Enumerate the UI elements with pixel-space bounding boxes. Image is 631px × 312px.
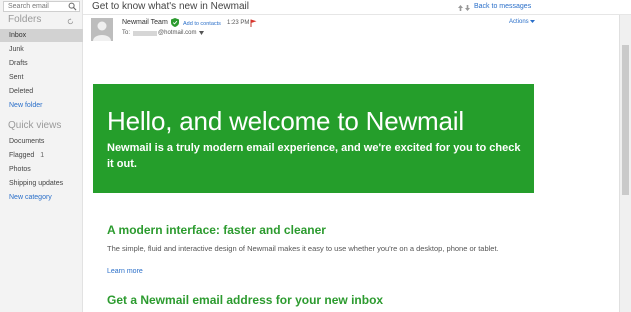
flagged-count: 1 xyxy=(40,152,45,159)
search-input[interactable]: Search email xyxy=(4,2,68,11)
quick-view-label: Photos xyxy=(9,166,31,173)
sidebar-item-sent[interactable]: Sent xyxy=(0,71,83,84)
divider xyxy=(83,14,631,15)
section-heading: A modern interface: faster and cleaner xyxy=(107,223,326,237)
arrow-down-icon[interactable] xyxy=(465,5,470,11)
sidebar-item-label: Drafts xyxy=(9,60,28,67)
search-icon[interactable] xyxy=(68,2,77,11)
new-category-label: New category xyxy=(9,194,52,201)
sidebar-item-label: Sent xyxy=(9,74,24,81)
folders-heading: Folders xyxy=(8,14,42,25)
add-to-contacts-link[interactable]: Add to contacts xyxy=(183,21,221,27)
sidebar-item-inbox[interactable]: Inbox xyxy=(0,29,83,42)
new-folder-link[interactable]: New folder xyxy=(0,99,83,112)
message-subject: Get to know what's new in Newmail xyxy=(92,1,249,12)
to-label: To: xyxy=(122,30,131,36)
quick-views-heading: Quick views xyxy=(8,120,62,131)
banner-title: Hello, and welcome to Newmail xyxy=(107,106,464,136)
sidebar-item-label: Deleted xyxy=(9,88,34,95)
refresh-icon[interactable] xyxy=(67,18,74,25)
avatar xyxy=(91,18,113,41)
quick-view-label: Flagged xyxy=(9,152,35,159)
sidebar-item-deleted[interactable]: Deleted xyxy=(0,85,83,98)
new-folder-label: New folder xyxy=(9,102,43,109)
quick-view-flagged[interactable]: Flagged 1 xyxy=(0,149,83,162)
actions-menu[interactable]: Actions xyxy=(509,19,535,25)
recipient-domain: @hotmail.com xyxy=(158,30,197,36)
back-to-messages-link[interactable]: Back to messages xyxy=(474,3,531,10)
search-box[interactable]: Search email xyxy=(3,1,80,12)
banner-subtitle: Newmail is a truly modern email experien… xyxy=(107,142,521,170)
sidebar-item-label: Junk xyxy=(9,46,24,53)
chevron-down-icon xyxy=(529,20,535,23)
sidebar: Search email Folders Inbox Junk Drafts S… xyxy=(0,0,83,312)
learn-more-link[interactable]: Learn more xyxy=(107,268,143,275)
quick-view-shipping-updates[interactable]: Shipping updates xyxy=(0,177,83,190)
sidebar-item-drafts[interactable]: Drafts xyxy=(0,57,83,70)
sender-name[interactable]: Newmail Team xyxy=(122,19,168,26)
scrollbar[interactable] xyxy=(619,15,631,312)
section-heading: Get a Newmail email address for your new… xyxy=(107,293,384,307)
arrow-up-icon[interactable] xyxy=(458,5,463,11)
recipient-row: To: @hotmail.com xyxy=(122,30,205,36)
welcome-banner: Hello, and welcome to Newmail Newmail is… xyxy=(93,84,534,193)
section-text: The simple, fluid and interactive design… xyxy=(107,244,499,253)
actions-label: Actions xyxy=(509,19,529,25)
shield-icon xyxy=(171,18,179,27)
message-time: 1:23 PM xyxy=(227,20,250,26)
new-category-link[interactable]: New category xyxy=(0,191,83,204)
scrollbar-thumb[interactable] xyxy=(622,45,629,195)
sidebar-item-junk[interactable]: Junk xyxy=(0,43,83,56)
flag-icon[interactable] xyxy=(250,19,257,27)
quick-view-label: Documents xyxy=(9,138,45,145)
quick-view-label: Shipping updates xyxy=(9,180,64,187)
sidebar-item-label: Inbox xyxy=(9,32,27,39)
quick-view-photos[interactable]: Photos xyxy=(0,163,83,176)
person-icon xyxy=(93,21,111,41)
quick-view-documents[interactable]: Documents xyxy=(0,135,83,148)
redacted-email xyxy=(133,30,158,36)
chevron-down-icon[interactable] xyxy=(199,31,205,35)
